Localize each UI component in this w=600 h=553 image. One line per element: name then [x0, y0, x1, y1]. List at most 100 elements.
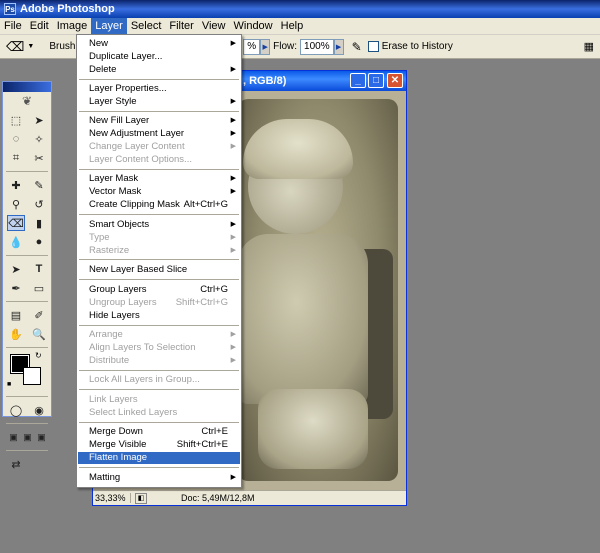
history-brush-tool-icon[interactable]: ↺: [30, 196, 48, 212]
menu-item-arrange: Arrange ▶: [78, 329, 240, 341]
menu-item-ungroup-layers: Ungroup Layers Shift+Ctrl+G: [78, 297, 240, 309]
brush-tool-icon[interactable]: ✎: [30, 177, 48, 193]
shape-tool-icon[interactable]: ▭: [30, 280, 48, 296]
menu-item-matting[interactable]: Matting ▶: [78, 472, 240, 484]
menu-item-merge-visible[interactable]: Merge Visible Shift+Ctrl+E: [78, 439, 240, 451]
menubar: File Edit Image Layer Select Filter View…: [0, 17, 600, 35]
menu-item-label: Ungroup Layers: [89, 297, 157, 308]
menu-item-rasterize: Rasterize ▶: [78, 245, 240, 257]
menu-item-label: Select Linked Layers: [89, 407, 178, 418]
standard-mode-icon[interactable]: ◯: [7, 402, 25, 418]
menu-window[interactable]: Window: [230, 18, 277, 35]
airbrush-icon[interactable]: ✎: [352, 40, 362, 54]
menu-item-shortcut: Ctrl+E: [201, 426, 228, 437]
menu-view[interactable]: View: [198, 18, 230, 35]
menu-item-smart-objects[interactable]: Smart Objects ▶: [78, 219, 240, 231]
flow-slider-arrow-icon[interactable]: ▶: [333, 38, 344, 55]
menu-item-duplicate-layer[interactable]: Duplicate Layer...: [78, 51, 240, 63]
clone-stamp-tool-icon[interactable]: ⚲: [7, 196, 25, 212]
menu-item-create-clipping-mask[interactable]: Create Clipping Mask Alt+Ctrl+G: [78, 199, 240, 211]
lasso-tool-icon[interactable]: ◌: [7, 131, 25, 147]
healing-brush-tool-icon[interactable]: ✚: [7, 177, 25, 193]
menu-item-layer-mask[interactable]: Layer Mask ▶: [78, 173, 240, 185]
menu-item-label: Smart Objects: [89, 219, 150, 230]
eyedropper-tool-icon[interactable]: ✐: [30, 307, 48, 323]
crop-tool-icon[interactable]: ⌗: [7, 150, 25, 166]
menu-separator: [79, 325, 239, 326]
menu-edit[interactable]: Edit: [26, 18, 53, 35]
menu-layer[interactable]: Layer: [91, 17, 127, 35]
minimize-button[interactable]: _: [350, 73, 366, 88]
submenu-arrow-icon: ▶: [230, 344, 236, 351]
menu-item-new-fill-layer[interactable]: New Fill Layer ▶: [78, 115, 240, 127]
slice-tool-icon[interactable]: ✂: [30, 150, 48, 166]
eraser-tool-preset-icon[interactable]: ⌫: [6, 39, 24, 55]
menu-file[interactable]: File: [0, 18, 26, 35]
flow-label: Flow:: [273, 41, 298, 52]
feather-logo-icon: ❦: [21, 94, 33, 108]
zoom-tool-icon[interactable]: 🔍: [30, 326, 48, 342]
status-menu-icon[interactable]: ◧: [135, 492, 147, 504]
default-colors-icon[interactable]: ■: [7, 381, 11, 388]
menu-separator: [79, 169, 239, 170]
erase-to-history-checkbox[interactable]: [367, 41, 379, 52]
full-screen-mode-icon[interactable]: ▣: [35, 429, 48, 445]
app-titlebar: Ps Adobe Photoshop: [0, 0, 600, 18]
flow-field[interactable]: 100%: [300, 38, 334, 55]
type-tool-icon[interactable]: T: [30, 261, 48, 277]
submenu-arrow-icon: ▶: [230, 143, 236, 150]
magic-wand-tool-icon[interactable]: ✧: [30, 131, 48, 147]
menu-item-label: Merge Down: [89, 426, 143, 437]
menu-item-new-adjustment-layer[interactable]: New Adjustment Layer ▶: [78, 128, 240, 140]
photoshop-logo-icon: Ps: [4, 3, 16, 15]
notes-tool-icon[interactable]: ▤: [7, 307, 25, 323]
menu-separator: [79, 389, 239, 390]
submenu-arrow-icon: ▶: [230, 117, 236, 124]
dodge-tool-icon[interactable]: ●: [30, 234, 48, 250]
menu-item-delete[interactable]: Delete ▶: [78, 64, 240, 76]
menu-item-vector-mask[interactable]: Vector Mask ▶: [78, 186, 240, 198]
photo-body: [238, 234, 368, 404]
submenu-arrow-icon: ▶: [230, 40, 236, 47]
menu-help[interactable]: Help: [277, 18, 308, 35]
jump-to-imageready-icon[interactable]: ⇄: [7, 456, 25, 472]
eraser-tool-icon[interactable]: ⌫: [7, 215, 25, 231]
menu-filter[interactable]: Filter: [165, 18, 197, 35]
menu-select[interactable]: Select: [127, 18, 166, 35]
blur-tool-icon[interactable]: 💧: [7, 234, 25, 250]
close-button[interactable]: ✕: [387, 73, 403, 88]
menu-item-link-layers: Link Layers: [78, 394, 240, 406]
opacity-slider-arrow-icon[interactable]: ▶: [260, 38, 271, 55]
marquee-tool-icon[interactable]: ⬚: [7, 112, 25, 128]
menu-item-new[interactable]: New ▶: [78, 38, 240, 50]
app-title: Adobe Photoshop: [20, 3, 115, 15]
pen-tool-icon[interactable]: ✒: [7, 280, 25, 296]
menu-separator: [79, 467, 239, 468]
background-color-swatch[interactable]: [23, 367, 41, 385]
menu-item-label: Group Layers: [89, 284, 147, 295]
swap-colors-icon[interactable]: ↻: [35, 351, 42, 360]
menu-item-shortcut: Ctrl+G: [200, 284, 228, 295]
menu-item-label: Layer Properties...: [89, 83, 167, 94]
hand-tool-icon[interactable]: ✋: [7, 326, 25, 342]
menu-item-hide-layers[interactable]: Hide Layers: [78, 310, 240, 322]
menu-item-layer-style[interactable]: Layer Style ▶: [78, 96, 240, 108]
menu-image[interactable]: Image: [53, 18, 92, 35]
gradient-tool-icon[interactable]: ▮: [30, 215, 48, 231]
move-tool-icon[interactable]: ➤: [30, 112, 48, 128]
menu-item-new-layer-based-slice[interactable]: New Layer Based Slice: [78, 264, 240, 276]
path-selection-tool-icon[interactable]: ➤: [7, 261, 25, 277]
menu-item-merge-down[interactable]: Merge Down Ctrl+E: [78, 426, 240, 438]
maximize-button[interactable]: □: [368, 73, 384, 88]
preset-dropdown-icon[interactable]: ▼: [27, 43, 34, 50]
menu-item-label: Change Layer Content: [89, 141, 185, 152]
standard-screen-mode-icon[interactable]: ▣: [7, 429, 20, 445]
palette-well-icon[interactable]: ▦: [584, 40, 594, 53]
zoom-level[interactable]: 33,33%: [93, 493, 131, 503]
opacity-field[interactable]: %: [243, 38, 261, 55]
menu-item-layer-properties[interactable]: Layer Properties...: [78, 83, 240, 95]
menu-item-flatten-image[interactable]: Flatten Image: [78, 452, 240, 464]
menu-item-group-layers[interactable]: Group Layers Ctrl+G: [78, 284, 240, 296]
quick-mask-mode-icon[interactable]: ◉: [30, 402, 48, 418]
full-screen-menu-mode-icon[interactable]: ▣: [21, 429, 34, 445]
